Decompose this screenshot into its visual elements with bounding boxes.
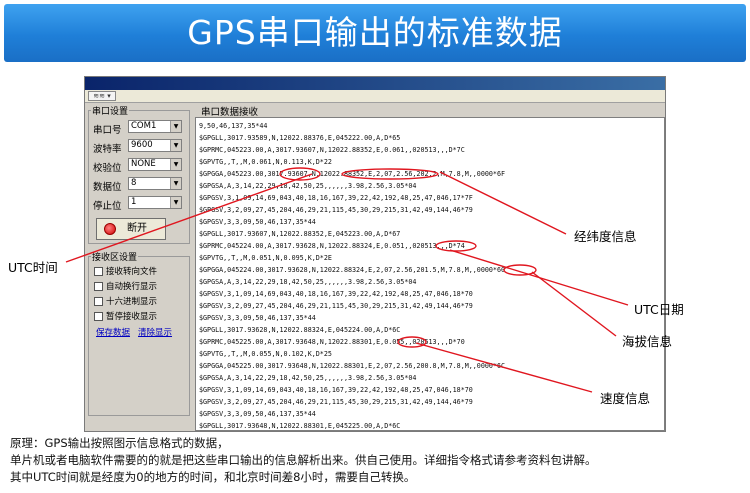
- footer-line-1: 原理：GPS输出按照图示信息格式的数据，: [10, 436, 229, 450]
- stopbits-label: 停止位: [93, 201, 122, 212]
- lat-lon-annotation: 经纬度信息: [574, 229, 637, 244]
- data-line: $GPGSV,3,3,09,50,46,137,35*44: [199, 314, 316, 322]
- left-panel: 串口设置 串口号 COM1 ▼ 波特率 9600 ▼ 校验位 NONE ▼ 数据…: [87, 104, 193, 432]
- data-line: $GPVTG,,T,,M,0.051,N,0.095,K,D*2E: [199, 254, 332, 262]
- checkbox[interactable]: [94, 312, 103, 321]
- databits-select[interactable]: 8 ▼: [128, 177, 182, 190]
- data-line: $GPGGA,045225.00,3017.93648,N,12022.8830…: [199, 362, 505, 370]
- data-line: $GPGSV,3,1,09,14,69,043,40,18,16,167,39,…: [199, 194, 473, 202]
- baud-value: 9600: [131, 140, 153, 150]
- data-line: $GPGSV,3,2,09,27,45,204,46,29,21,115,45,…: [199, 302, 473, 310]
- data-line: $GPGLL,3017.93628,N,12022.88324,E,045224…: [199, 326, 401, 334]
- data-line: $GPGSV,3,3,09,50,46,137,35*44: [199, 410, 316, 418]
- utc-date-annotation: UTC日期: [634, 302, 684, 317]
- parity-label: 校验位: [93, 163, 122, 174]
- open-close-port-label: 断开: [127, 223, 147, 234]
- data-line: $GPGSV,3,2,09,27,45,204,46,29,21,115,45,…: [199, 398, 473, 406]
- databits-value: 8: [131, 178, 137, 188]
- toolbar: ≋≋ ▾: [85, 90, 665, 103]
- receive-to-file-option[interactable]: 接收转向文件: [94, 267, 157, 278]
- serial-assistant-window: ≋≋ ▾ 串口设置 串口号 COM1 ▼ 波特率 9600 ▼ 校验位 NONE…: [84, 76, 666, 432]
- open-close-port-button[interactable]: 断开: [96, 218, 166, 240]
- receive-settings-title: 接收区设置: [91, 250, 139, 263]
- pause-receive-option[interactable]: 暂停接收显示: [94, 312, 157, 323]
- data-line: $GPGSA,A,3,14,22,29,18,42,50,25,,,,,,3.9…: [199, 182, 417, 190]
- baud-label: 波特率: [93, 144, 122, 155]
- chevron-down-icon[interactable]: ▼: [170, 197, 181, 208]
- port-status-light-icon: [104, 223, 116, 235]
- clear-display-link[interactable]: 清除显示: [138, 328, 172, 338]
- parity-value: NONE: [131, 159, 156, 169]
- data-line: $GPRMC,045223.00,A,3017.93607,N,12022.88…: [199, 146, 465, 154]
- port-select[interactable]: COM1 ▼: [128, 120, 182, 133]
- checkbox[interactable]: [94, 267, 103, 276]
- data-line: $GPGSV,3,2,09,27,45,204,46,29,21,115,45,…: [199, 206, 473, 214]
- option-label: 暂停接收显示: [106, 312, 158, 322]
- utc-time-annotation: UTC时间: [8, 260, 58, 275]
- data-line: $GPGSV,3,1,09,14,69,043,40,18,16,167,39,…: [199, 290, 473, 298]
- receive-area-title: 串口数据接收: [201, 107, 259, 118]
- data-line: $GPRMC,045225.00,A,3017.93648,N,12022.88…: [199, 338, 465, 346]
- databits-label: 数据位: [93, 182, 122, 193]
- data-line: $GPGLL,3017.93589,N,12022.88376,E,045222…: [199, 134, 401, 142]
- speed-annotation: 速度信息: [600, 391, 651, 406]
- data-line: $GPVTG,,T,,M,0.055,N,0.102,K,D*25: [199, 350, 332, 358]
- parity-select[interactable]: NONE ▼: [128, 158, 182, 171]
- footer-line-2: 单片机或者电脑软件需要的的就是把这些串口输出的信息解析出来。供自己使用。详细指令…: [10, 453, 597, 467]
- stopbits-select[interactable]: 1 ▼: [128, 196, 182, 209]
- altitude-annotation: 海拔信息: [622, 334, 673, 349]
- page-title: GPS串口输出的标准数据: [187, 13, 563, 52]
- port-label: 串口号: [93, 125, 122, 136]
- data-line: $GPGGA,045223.00,3017.93607,N,12022.8835…: [199, 170, 505, 178]
- toolbar-menu-icon[interactable]: ≋≋ ▾: [88, 91, 116, 101]
- chevron-down-icon[interactable]: ▼: [170, 121, 181, 132]
- data-line: $GPGSV,3,3,09,50,46,137,35*44: [199, 218, 316, 226]
- footer-line-3: 其中UTC时间就是经度为0的地方的时间，和北京时间差8小时，需要自己转换。: [10, 470, 416, 484]
- auto-wrap-option[interactable]: 自动换行显示: [94, 282, 157, 293]
- option-label: 自动换行显示: [106, 282, 158, 292]
- data-line: $GPGLL,3017.93607,N,12022.88352,E,045223…: [199, 230, 401, 238]
- port-value: COM1: [131, 121, 157, 131]
- data-line: 9,50,46,137,35*44: [199, 122, 268, 130]
- data-line: $GPGLL,3017.93648,N,12022.88301,E,045225…: [199, 422, 401, 430]
- receive-data-area[interactable]: 9,50,46,137,35*44 $GPGLL,3017.93589,N,120…: [195, 117, 665, 431]
- baud-select[interactable]: 9600 ▼: [128, 139, 182, 152]
- chevron-down-icon[interactable]: ▼: [170, 140, 181, 151]
- chevron-down-icon[interactable]: ▼: [170, 178, 181, 189]
- chevron-down-icon[interactable]: ▼: [170, 159, 181, 170]
- option-label: 十六进制显示: [106, 297, 158, 307]
- data-line: $GPGSA,A,3,14,22,29,18,42,50,25,,,,,,3.9…: [199, 278, 417, 286]
- title-banner: GPS串口输出的标准数据: [4, 4, 746, 62]
- data-line: $GPGSV,3,1,09,14,69,043,40,18,16,167,39,…: [199, 386, 473, 394]
- checkbox[interactable]: [94, 282, 103, 291]
- window-titlebar[interactable]: [85, 77, 665, 90]
- data-line: $GPGGA,045224.00,3017.93628,N,12022.8832…: [199, 266, 505, 274]
- stopbits-value: 1: [131, 197, 137, 207]
- hex-display-option[interactable]: 十六进制显示: [94, 297, 157, 308]
- data-line: $GPGSA,A,3,14,22,29,18,42,50,25,,,,,,3.9…: [199, 374, 417, 382]
- checkbox[interactable]: [94, 297, 103, 306]
- data-line: $GPRMC,045224.00,A,3017.93628,N,12022.88…: [199, 242, 465, 250]
- serial-settings-title: 串口设置: [91, 104, 130, 117]
- option-label: 接收转向文件: [106, 267, 158, 277]
- save-data-link[interactable]: 保存数据: [96, 328, 130, 338]
- data-line: $GPVTG,,T,,M,0.061,N,0.113,K,D*22: [199, 158, 332, 166]
- receive-links: 保存数据 清除显示: [96, 326, 180, 338]
